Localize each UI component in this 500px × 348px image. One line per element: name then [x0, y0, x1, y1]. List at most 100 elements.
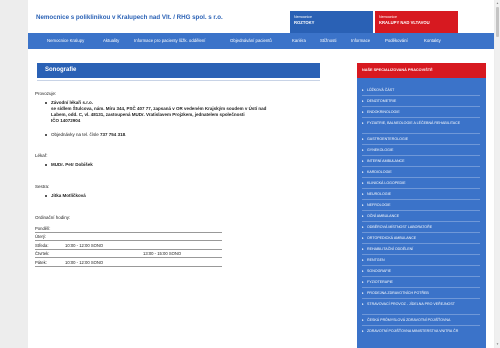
- provozuje-label: Provozuje:: [35, 91, 57, 96]
- scroll-down-icon[interactable]: ▼: [496, 342, 499, 346]
- sidebar-item-rentgen[interactable]: RENTGEN: [367, 258, 479, 263]
- sidebar-item-zpmv[interactable]: ZDRAVOTNÍ POJIŠŤOVNA MINISTERSTVA VNITRA…: [367, 329, 479, 334]
- sidebar-divider: [362, 117, 480, 118]
- sidebar-item-sonografie[interactable]: SONOGRAFIE: [367, 269, 479, 274]
- hours-slot: 13:00 - 15:00 SONO: [143, 251, 182, 256]
- scroll-thumb[interactable]: [496, 7, 499, 37]
- order-info: Objednávky na tel. čísle 737 754 318.: [51, 132, 126, 138]
- chevron-right-icon: ▸: [362, 302, 364, 306]
- bullet: [45, 134, 47, 136]
- sidebar-divider: [362, 166, 480, 167]
- sidebar-item-klinicka-logopedie[interactable]: KLINICKÁ LOGOPEDIE: [367, 181, 479, 186]
- sidebar-divider: [362, 199, 480, 200]
- chevron-right-icon: ▸: [362, 203, 364, 207]
- sidebar-item-ocni-ambulance[interactable]: OČNÍ AMBULANCE: [367, 214, 479, 219]
- sidebar-item-prodejna[interactable]: PRODEJNA ZDRAVOTNÍCH POTŘEB: [367, 291, 479, 296]
- chevron-right-icon: ▸: [362, 192, 364, 196]
- main-nav: Nemocnice Kralupy Aktuality Informace pr…: [28, 33, 494, 49]
- company-ico: IČO 14072904: [51, 118, 81, 123]
- hospital-kralupy-link[interactable]: Nemocnice KRALUPY NAD VLTAVOU: [375, 11, 458, 33]
- sidebar-item-endokrinologie[interactable]: ENDOKRINOLOGIE: [367, 110, 479, 115]
- sidebar-divider: [362, 221, 480, 222]
- chevron-right-icon: ▸: [362, 99, 364, 103]
- nav-item-stiznosti[interactable]: Stížnosti: [320, 38, 336, 43]
- sidebar-item-gynekologie[interactable]: GYNEKOLOGIE: [367, 148, 479, 153]
- chevron-right-icon: ▸: [362, 280, 364, 284]
- sidebar-item-odberova-mistnost[interactable]: ODBĚROVÁ MÍSTNOST LABORATOŘE: [367, 225, 479, 230]
- chevron-right-icon: ▸: [362, 258, 364, 262]
- sidebar-divider: [362, 106, 480, 107]
- chevron-right-icon: ▸: [362, 329, 364, 333]
- sidebar-item-kardiologie[interactable]: KARDIOLOGIE: [367, 170, 479, 175]
- nav-item-objednavani[interactable]: Objednávání pacientů: [230, 38, 272, 43]
- sidebar-divider: [362, 265, 480, 266]
- scroll-up-icon[interactable]: ▲: [496, 1, 499, 5]
- sidebar-item-neurologie[interactable]: NEUROLOGIE: [367, 192, 479, 197]
- chevron-right-icon: ▸: [362, 214, 364, 218]
- bullet: [45, 164, 47, 166]
- hours-day: Čtvrtek:: [35, 251, 50, 256]
- sidebar-item-nefrologie[interactable]: NEFROLOGIE: [367, 203, 479, 208]
- chevron-right-icon: ▸: [362, 318, 364, 322]
- hospital-roztoky-link[interactable]: Nemocnice ROZTOKY: [290, 11, 373, 33]
- sidebar-list: ▸ LŮŽKOVÁ ČÁST ▸ DENZITOMETRIE ▸ ENDOKRI…: [357, 78, 486, 348]
- sidebar-item-rehabilitacni-oddeleni[interactable]: REHABILITAČNÍ ODDĚLENÍ: [367, 247, 479, 252]
- chevron-right-icon: ▸: [362, 181, 364, 185]
- sidebar-item-stravovaci-provoz[interactable]: STRAVOVACÍ PROVOZ - JÍDELNA PRO VEŘEJNOS…: [367, 302, 479, 307]
- sidebar-divider: [362, 243, 480, 244]
- hours-row: Pátek: 10:00 - 12:00 SONO: [35, 258, 222, 267]
- nav-item-kontakty[interactable]: Kontakty: [424, 38, 441, 43]
- chevron-right-icon: ▸: [362, 110, 364, 114]
- page-scrollbar[interactable]: ▲ ▼: [495, 0, 500, 348]
- nav-item-aktuality[interactable]: Aktuality: [103, 38, 119, 43]
- sidebar-divider: [362, 210, 480, 211]
- bullet: [45, 102, 47, 104]
- sestra-name: Jitka Motlíčková: [51, 193, 86, 198]
- sidebar-divider: [362, 155, 480, 156]
- sidebar-item-interni-ambulance[interactable]: INTERNÍ AMBULANCE: [367, 159, 479, 164]
- bullet: [45, 195, 47, 197]
- hospital-roztoky-name: ROZTOKY: [294, 20, 315, 25]
- chevron-right-icon: ▸: [362, 137, 364, 141]
- page-title: Sonografie: [45, 67, 77, 73]
- sestra-label: Sestra:: [35, 184, 50, 189]
- sidebar-divider: [362, 144, 480, 145]
- sidebar-title: NAŠE SPECIALIZOVANÁ PRACOVIŠTĚ: [362, 68, 433, 72]
- nav-item-kariera[interactable]: Kariéra: [292, 38, 306, 43]
- content-divider: [37, 80, 320, 81]
- hours-slot: 10:00 - 12:00 SONO: [65, 242, 104, 248]
- sidebar-divider: [362, 177, 480, 178]
- sidebar-item-cpzp[interactable]: ČESKÁ PRŮMYSLOVÁ ZDRAVOTNÍ POJIŠŤOVNA: [367, 318, 479, 323]
- sidebar-header: NAŠE SPECIALIZOVANÁ PRACOVIŠTĚ: [357, 63, 486, 78]
- sidebar-item-gastroenterologie[interactable]: GASTROENTEROLOGIE: [367, 137, 479, 142]
- sidebar-item-denzitometrie[interactable]: DENZITOMETRIE: [367, 99, 479, 104]
- sidebar-divider: [362, 314, 480, 315]
- sidebar-item-fyziatrie[interactable]: FYZIATRIE, BALNEOLOGIE A LÉČEBNÁ REHABIL…: [367, 121, 479, 126]
- chevron-right-icon: ▸: [362, 121, 364, 125]
- sidebar-divider: [362, 95, 480, 96]
- hours-slot: 10:00 - 12:00 SONO: [65, 259, 104, 265]
- chevron-right-icon: ▸: [362, 236, 364, 240]
- nav-item-podekovani[interactable]: Poděkování: [385, 38, 408, 43]
- sidebar-divider: [362, 298, 480, 299]
- content-header: Sonografie: [37, 63, 320, 78]
- lekar-label: Lékař:: [35, 153, 48, 158]
- sidebar-item-fyzioterapie[interactable]: FYZIOTERAPIE: [367, 280, 479, 285]
- chevron-right-icon: ▸: [362, 159, 364, 163]
- sidebar-divider: [362, 325, 480, 326]
- order-text: Objednávky na tel. čísle: [51, 132, 99, 137]
- hours-day: Středa:: [35, 242, 49, 248]
- chevron-right-icon: ▸: [362, 148, 364, 152]
- nav-item-nemocnice-kralupy[interactable]: Nemocnice Kralupy: [47, 38, 84, 43]
- hours-label: Ordinační hodiny:: [35, 215, 71, 220]
- sidebar-divider: [362, 232, 480, 233]
- sidebar-divider: [362, 188, 480, 189]
- nav-item-informace[interactable]: Informace: [351, 38, 370, 43]
- nav-item-informace-pro-pacienty[interactable]: Informace pro pacienty lůžk. oddělení: [134, 38, 205, 43]
- hours-day: Pátek:: [35, 259, 47, 265]
- order-phone: 737 754 318: [100, 132, 126, 137]
- chevron-right-icon: ▸: [362, 88, 364, 92]
- site-title[interactable]: Nemocnice s poliklinikou v Kralupech nad…: [36, 14, 223, 21]
- sidebar-item-ortopedicka-ambulance[interactable]: ORTOPEDICKÁ AMBULANCE: [367, 236, 479, 241]
- sidebar-item-luzkova-cast[interactable]: LŮŽKOVÁ ČÁST: [367, 88, 479, 93]
